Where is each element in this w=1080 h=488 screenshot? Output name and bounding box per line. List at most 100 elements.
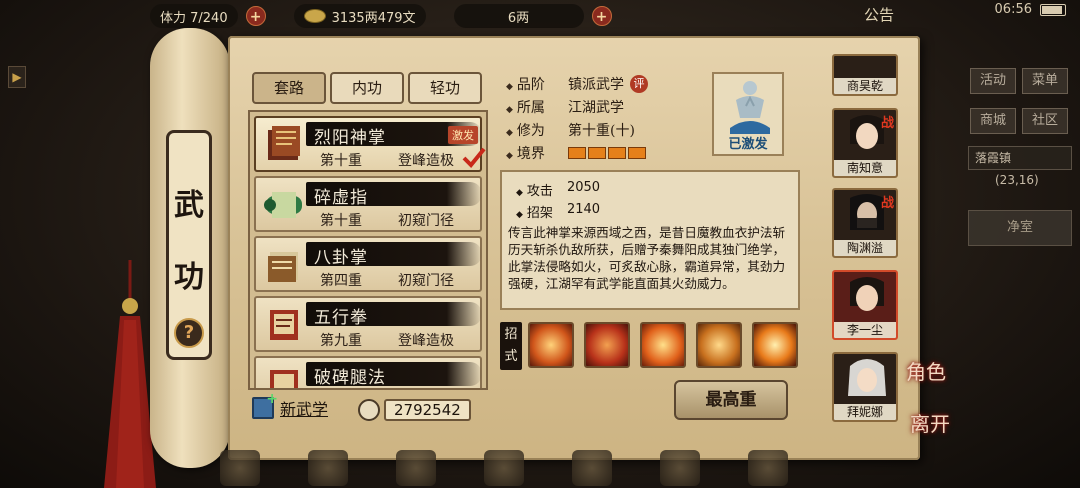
character-card-5[interactable]: 拜妮娜 bbox=[832, 352, 898, 422]
move-icon-4[interactable] bbox=[696, 322, 742, 368]
character-card-3[interactable]: 战 陶渊溢 bbox=[832, 188, 898, 258]
location-name: 落霞镇 bbox=[975, 151, 1012, 165]
skill-level: 第九重 bbox=[320, 333, 362, 349]
character-portrait bbox=[848, 359, 886, 396]
help-button[interactable]: ? bbox=[174, 318, 204, 348]
battle-tag: 战 bbox=[880, 196, 894, 211]
move-icon-1[interactable] bbox=[528, 322, 574, 368]
menu-button[interactable]: 菜单 bbox=[1022, 68, 1068, 94]
community-button[interactable]: 社区 bbox=[1022, 108, 1068, 134]
character-card-2[interactable]: 战 南知意 bbox=[832, 108, 898, 178]
skill-row-pobei[interactable]: 破碑腿法 bbox=[254, 356, 482, 388]
skill-stage: 登峰造极 bbox=[398, 153, 454, 169]
clock-text: 06:56 bbox=[994, 2, 1032, 17]
attack-row: 攻击 2050 bbox=[516, 180, 600, 199]
skill-row-suixu[interactable]: 碎虚指 第十重 初窥门径 bbox=[254, 176, 482, 232]
attack-value: 2050 bbox=[566, 180, 601, 195]
stamina-text: 体力 7/240 bbox=[160, 10, 228, 26]
bottom-nav-icon[interactable] bbox=[572, 450, 612, 486]
announcement-button[interactable]: 公告 bbox=[864, 4, 894, 25]
add-ingot-button[interactable]: + bbox=[591, 6, 612, 26]
skill-level: 第十重 bbox=[320, 153, 362, 169]
grade-value: 镇派武学 bbox=[568, 77, 624, 93]
bottom-nav-icon[interactable] bbox=[308, 450, 348, 486]
grade-row: 品阶 镇派武学 评 bbox=[506, 74, 648, 94]
bottom-nav-bar bbox=[200, 450, 980, 488]
bottom-nav-icon[interactable] bbox=[396, 450, 436, 486]
coin-icon bbox=[303, 9, 326, 23]
evaluate-button[interactable]: 评 bbox=[630, 75, 648, 93]
parry-value: 2140 bbox=[566, 202, 601, 217]
parry-label: 招架 bbox=[516, 202, 553, 221]
activity-button[interactable]: 活动 bbox=[970, 68, 1016, 94]
new-book-icon bbox=[252, 391, 278, 419]
role-button[interactable]: 角色 bbox=[906, 356, 946, 385]
realm-label: 境界 bbox=[506, 143, 562, 163]
belong-row: 所属 江湖武学 bbox=[506, 97, 624, 117]
leave-button[interactable]: 离开 bbox=[910, 408, 950, 437]
skill-row-bagua[interactable]: 八卦掌 第四重 初窥门径 bbox=[254, 236, 482, 292]
skill-name: 五行拳 bbox=[314, 308, 368, 328]
bottom-nav-icon[interactable] bbox=[748, 450, 788, 486]
skill-name: 烈阳神掌 bbox=[314, 128, 386, 148]
shop-button[interactable]: 商城 bbox=[970, 108, 1016, 134]
character-portrait bbox=[850, 277, 884, 311]
location-bar[interactable]: 落霞镇 (23,16) bbox=[968, 146, 1072, 187]
skill-stage: 登峰造极 bbox=[398, 333, 454, 349]
add-stamina-button[interactable]: + bbox=[245, 6, 266, 26]
skill-name: 破碑腿法 bbox=[314, 368, 386, 388]
page-title-char-2: 功 bbox=[174, 260, 204, 295]
skill-level: 第四重 bbox=[320, 273, 362, 289]
skill-pose-portrait: 已激发 bbox=[712, 72, 784, 156]
move-icon-2[interactable] bbox=[584, 322, 630, 368]
cultivation-row: 修为 第十重(十) bbox=[506, 120, 635, 140]
new-skill-label: 新武学 bbox=[280, 400, 329, 419]
battery-icon bbox=[1040, 3, 1066, 16]
activated-badge: 激发 bbox=[448, 126, 478, 144]
attack-label: 攻击 bbox=[516, 180, 553, 199]
skill-level: 第十重 bbox=[320, 213, 362, 229]
page-title: 武 功 bbox=[166, 170, 212, 314]
scroll-icon bbox=[264, 192, 302, 218]
skill-book-icon bbox=[268, 126, 300, 160]
cultivation-label: 修为 bbox=[506, 120, 562, 140]
skill-list[interactable]: 烈阳神掌 激发 第十重 登峰造极 碎虚指 第十重 初窥门径 八卦掌 第四重 初窥… bbox=[248, 110, 488, 390]
skill-description: 传言此神掌来源西域之西，是昔日魔教血衣护法斩历天斩杀仇敌所获，后赠予秦舞阳成其独… bbox=[508, 225, 786, 291]
new-skill-button[interactable]: 新武学 bbox=[252, 391, 329, 420]
move-icon-3[interactable] bbox=[640, 322, 686, 368]
skill-category-tabs: 套路 内功 轻功 bbox=[252, 72, 482, 104]
money-chip: 3135两479文 bbox=[293, 4, 426, 28]
character-name: 拜妮娜 bbox=[834, 404, 896, 420]
book-icon bbox=[268, 252, 298, 282]
bottom-nav-icon[interactable] bbox=[660, 450, 700, 486]
character-card-4[interactable]: 李一尘 bbox=[832, 270, 898, 340]
realm-progress bbox=[568, 147, 646, 159]
skill-stage: 初窥门径 bbox=[398, 213, 454, 229]
cultivation-value: 第十重(十) bbox=[568, 123, 635, 139]
activated-label: 已激发 bbox=[728, 137, 768, 152]
tab-inner-power[interactable]: 内功 bbox=[330, 72, 404, 104]
tab-routine[interactable]: 套路 bbox=[252, 72, 326, 104]
character-card-1[interactable]: 商昊乾 bbox=[832, 54, 898, 96]
ingot-text: 6两 bbox=[507, 10, 530, 26]
points-value: 2792542 bbox=[384, 399, 471, 421]
battle-tag: 战 bbox=[880, 116, 894, 131]
top-status-bar: 体力 7/240 + 3135两479文 6两 + bbox=[150, 0, 910, 32]
room-button[interactable]: 净室 bbox=[968, 210, 1072, 246]
expand-arrow-icon[interactable]: ▶ bbox=[8, 66, 26, 88]
stamina-chip: 体力 7/240 bbox=[150, 4, 238, 28]
skill-description-box: 攻击 2050 招架 2140 传言此神掌来源西域之西，是昔日魔教血衣护法斩历天… bbox=[500, 170, 800, 310]
book-icon bbox=[270, 310, 298, 340]
max-level-button[interactable]: 最高重 bbox=[674, 380, 788, 420]
character-name: 陶渊溢 bbox=[834, 240, 896, 256]
money-text: 3135两479文 bbox=[331, 10, 416, 26]
parry-row: 招架 2140 bbox=[516, 202, 600, 221]
skill-row-lieyang[interactable]: 烈阳神掌 激发 第十重 登峰造极 bbox=[254, 116, 486, 172]
ingot-chip: 6两 bbox=[453, 4, 584, 28]
move-icon-5[interactable] bbox=[752, 322, 798, 368]
skill-row-wuxing[interactable]: 五行拳 第九重 登峰造极 bbox=[254, 296, 482, 352]
bottom-nav-icon[interactable] bbox=[220, 450, 260, 486]
bottom-nav-icon[interactable] bbox=[484, 450, 524, 486]
tab-lightness[interactable]: 轻功 bbox=[408, 72, 482, 104]
points-icon bbox=[358, 399, 380, 421]
